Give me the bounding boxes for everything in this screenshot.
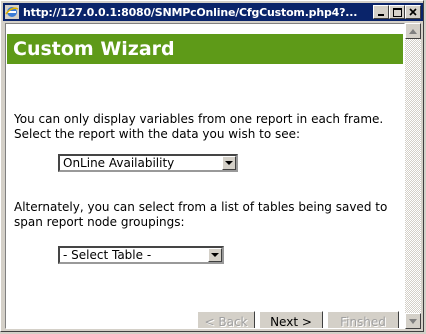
table-select[interactable]: - Select Table - xyxy=(58,246,224,264)
close-icon xyxy=(409,8,417,16)
page-content: Custom Wizard You can only display varia… xyxy=(5,23,405,329)
window-title: http://127.0.0.1:8080/SNMPcOnline/CfgCus… xyxy=(23,5,358,19)
report-instructions: You can only display variables from one … xyxy=(14,112,384,141)
arrow-down-icon xyxy=(409,318,417,324)
finished-button[interactable]: Finshed xyxy=(327,311,399,328)
report-select-value: OnLine Availability xyxy=(63,156,175,170)
table-instructions: Alternately, you can select from a list … xyxy=(14,200,388,229)
next-button[interactable]: Next > xyxy=(259,311,323,328)
table-select-value: - Select Table - xyxy=(63,248,152,262)
minimize-icon xyxy=(378,14,384,16)
vertical-scrollbar[interactable] xyxy=(405,23,421,329)
browser-window: http://127.0.0.1:8080/SNMPcOnline/CfgCus… xyxy=(0,0,424,332)
dropdown-arrow-icon[interactable] xyxy=(222,156,236,170)
scroll-down-button[interactable] xyxy=(405,313,421,329)
report-select[interactable]: OnLine Availability xyxy=(58,154,238,172)
scroll-up-button[interactable] xyxy=(405,23,421,39)
page-title: Custom Wizard xyxy=(13,38,175,60)
maximize-icon xyxy=(392,7,402,17)
internet-explorer-icon xyxy=(5,5,19,19)
arrow-up-icon xyxy=(409,28,417,34)
maximize-button[interactable] xyxy=(389,5,405,19)
back-button[interactable]: < Back xyxy=(197,311,255,328)
close-button[interactable] xyxy=(405,5,421,19)
dropdown-arrow-icon[interactable] xyxy=(208,248,222,262)
wizard-banner: Custom Wizard xyxy=(7,34,403,64)
minimize-button[interactable] xyxy=(373,5,389,19)
title-bar[interactable]: http://127.0.0.1:8080/SNMPcOnline/CfgCus… xyxy=(3,3,423,21)
